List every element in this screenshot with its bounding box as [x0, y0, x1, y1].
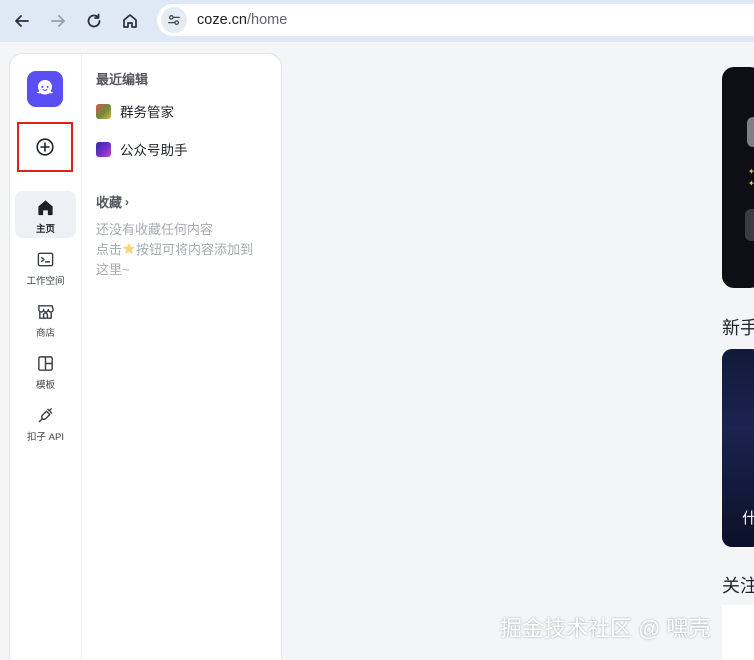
rail-label-api: 扣子 API [27, 432, 64, 443]
address-bar[interactable]: coze.cn/home [157, 4, 754, 36]
empty-line-1: 还没有收藏任何内容 [96, 222, 214, 237]
workspace-icon [37, 252, 54, 267]
coze-logo[interactable] [27, 71, 63, 107]
rail-label-template: 模板 [35, 380, 55, 391]
wechat-bot-avatar [96, 141, 111, 157]
url-text: coze.cn/home [197, 12, 287, 28]
recent-edits-title: 最近编辑 [96, 72, 149, 87]
favorites-title-text: 收藏 [96, 195, 123, 210]
rail-item-api[interactable]: 扣子 API [15, 399, 76, 446]
create-button[interactable] [17, 122, 73, 172]
recent-item-label: 群务管家 [120, 105, 174, 120]
favorites-title[interactable]: 收藏 › [96, 192, 129, 211]
site-settings-icon[interactable] [161, 7, 187, 33]
rail-item-store[interactable]: 商店 [15, 295, 76, 342]
rail-label-workspace: 工作空间 [26, 276, 65, 287]
template-icon [38, 356, 53, 371]
tutorial-card[interactable]: 什 [722, 349, 754, 547]
sparkle-icon: ✦ [748, 179, 754, 188]
hero-cta-button[interactable] [745, 209, 754, 241]
empty-line-3: 这里~ [96, 262, 130, 277]
api-plug-icon [38, 408, 53, 423]
back-button[interactable] [4, 3, 40, 39]
star-icon [123, 242, 135, 254]
coze-mascot-icon [36, 80, 54, 95]
tutorial-card-title: 什 [742, 510, 754, 527]
favorites-empty-message: 还没有收藏任何内容 点击 按钮可将内容添加到 这里~ [96, 220, 278, 280]
home-icon [38, 200, 53, 216]
section-heading-follow: 关注 [722, 576, 754, 596]
rail-item-template[interactable]: 模板 [15, 347, 76, 394]
empty-line-2: 点击 按钮可将内容添加到 [96, 240, 278, 260]
reload-button[interactable] [76, 3, 112, 39]
recent-item-group-manager[interactable]: 群务管家 [96, 100, 174, 122]
reload-icon [87, 13, 101, 28]
rail-divider [81, 54, 82, 660]
rail-item-workspace[interactable]: 工作空间 [15, 243, 76, 290]
store-icon [38, 305, 54, 319]
url-host: coze.cn [197, 12, 247, 28]
watermark: 掘金技术社区 @ 嘿壳 [500, 616, 711, 641]
home-nav-button[interactable] [112, 3, 148, 39]
browser-toolbar: coze.cn/home [0, 0, 754, 42]
empty-line-2b: 按钮可将内容添加到 [136, 242, 254, 257]
sidebar: 主页 工作空间 商店 模板 扣子 API 最近编辑 群务管家 公众号助手 收藏 … [9, 53, 282, 660]
chevron-right-icon: › [125, 194, 130, 209]
rail-label-store: 商店 [35, 328, 55, 339]
group-bot-avatar [96, 103, 111, 119]
arrow-left-icon [15, 15, 29, 27]
forward-button[interactable] [40, 3, 76, 39]
section-heading-newbie: 新手 [722, 318, 754, 338]
sparkle-icon: ✦ [748, 167, 754, 176]
hero-decoration [747, 117, 754, 147]
follow-card[interactable] [722, 605, 754, 660]
recent-item-label: 公众号助手 [120, 143, 188, 158]
plus-circle-icon [36, 138, 54, 156]
arrow-right-icon [51, 15, 65, 27]
rail-label-home: 主页 [35, 224, 55, 235]
rail-item-home[interactable]: 主页 [15, 191, 76, 238]
empty-line-2a: 点击 [96, 242, 123, 257]
hero-banner-card[interactable]: ✦ ✦ [722, 67, 754, 288]
browser-home-icon [123, 14, 137, 28]
url-path: /home [246, 12, 288, 28]
recent-item-wechat-assistant[interactable]: 公众号助手 [96, 138, 188, 160]
